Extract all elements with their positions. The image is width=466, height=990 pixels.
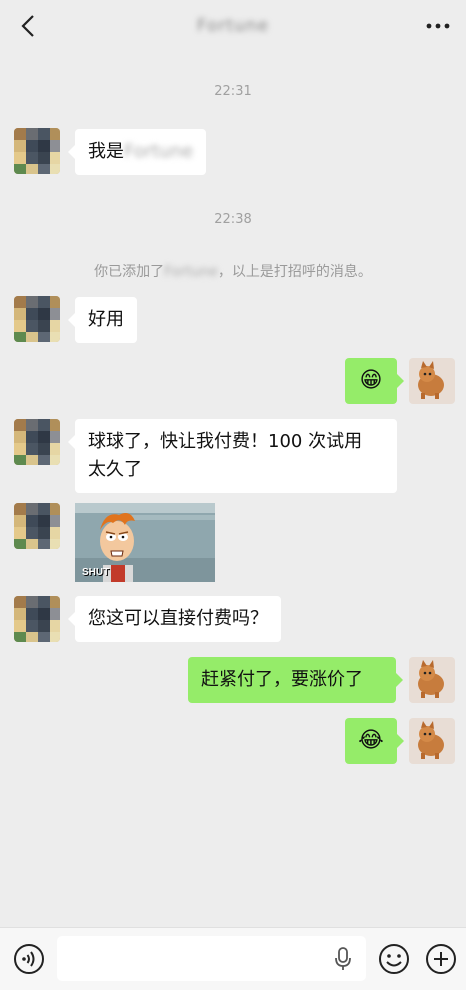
emoji-button[interactable]: [377, 942, 411, 976]
system-message: 你已添加了Fortune，以上是打招呼的消息。: [94, 264, 372, 280]
ellipsis-icon: [426, 23, 450, 29]
microphone-button[interactable]: [330, 945, 356, 973]
contact-avatar[interactable]: [14, 596, 60, 642]
message-text: 太久了: [88, 459, 142, 480]
message-bubble-incoming[interactable]: 我是Fortune: [67, 129, 207, 175]
message-text: 好用: [88, 309, 124, 330]
my-avatar[interactable]: [409, 657, 455, 703]
contact-avatar[interactable]: [14, 419, 60, 465]
message-bubble-outgoing[interactable]: 赶紧付了，要涨价了: [188, 657, 403, 703]
microphone-icon: [335, 947, 351, 970]
contact-avatar[interactable]: [14, 128, 60, 174]
timestamp: 22:31: [214, 84, 252, 99]
chevron-left-icon: [21, 15, 34, 37]
contact-avatar[interactable]: [14, 296, 60, 342]
emoji-icon: [379, 944, 409, 974]
message-text: 赶紧付了，要涨价了: [201, 669, 363, 690]
message-text: 我是: [88, 141, 124, 162]
more-button[interactable]: [424, 12, 452, 40]
message-input[interactable]: [57, 936, 366, 981]
timestamp: 22:38: [214, 212, 252, 227]
my-avatar[interactable]: [409, 358, 455, 404]
message-bubble-incoming[interactable]: 您这可以直接付费吗？: [68, 596, 281, 642]
message-bubble-outgoing[interactable]: 😁: [345, 358, 404, 404]
message-bubble-incoming[interactable]: 好用: [68, 297, 137, 343]
chat-header: Fortune: [0, 0, 466, 52]
message-text: 您这可以直接付费吗？: [88, 608, 268, 629]
laughing-emoji-icon: 😂: [358, 728, 384, 753]
voice-mode-icon: [14, 944, 44, 974]
more-functions-button[interactable]: [424, 942, 458, 976]
meme-caption: SHUT: [82, 567, 110, 578]
meme-image-message[interactable]: SHUT: [75, 503, 215, 582]
my-avatar[interactable]: [409, 718, 455, 764]
chat-title: Fortune: [196, 16, 270, 36]
message-bubble-incoming[interactable]: 球球了，快让我付费！100 次试用 太久了: [68, 419, 397, 493]
contact-avatar[interactable]: [14, 503, 60, 549]
input-bar: [0, 927, 466, 990]
plus-icon: [426, 944, 456, 974]
redacted-name: Fortune: [124, 141, 194, 162]
message-bubble-outgoing[interactable]: 😂: [345, 718, 404, 764]
message-text: 球球了，快让我付费！100 次试用: [88, 431, 363, 452]
grinning-emoji-icon: 😁: [359, 368, 383, 393]
voice-mode-button[interactable]: [12, 942, 46, 976]
back-button[interactable]: [14, 12, 42, 40]
